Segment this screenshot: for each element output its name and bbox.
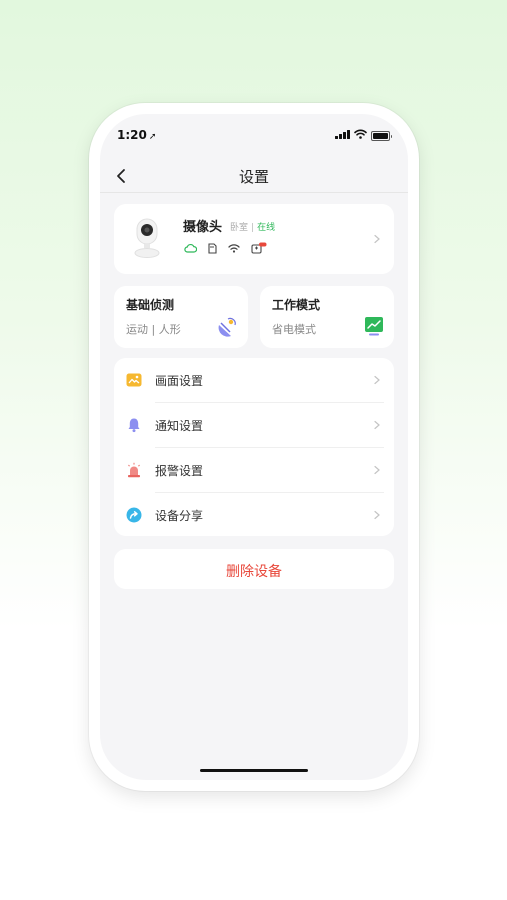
phone-frame: 1:20 ➚ 设置 摄像头 卧室 | 在线 基础侦测 运动 | 人形 工作模式 … xyxy=(89,103,419,791)
device-status-icons xyxy=(184,242,267,254)
nav-bar: 设置 xyxy=(100,164,408,193)
chevron-right-icon xyxy=(374,465,380,475)
status-bar: 1:20 ➚ xyxy=(100,128,408,144)
menu-item-picture-settings[interactable]: 画面设置 xyxy=(114,358,394,402)
alarm-icon xyxy=(127,462,141,478)
chevron-right-icon xyxy=(374,375,380,385)
device-card[interactable]: 摄像头 卧室 | 在线 xyxy=(114,204,394,274)
share-icon xyxy=(126,507,142,523)
device-meta-separator: | xyxy=(251,223,255,233)
delete-device-button[interactable]: 删除设备 xyxy=(114,549,394,589)
device-meta: 卧室 | 在线 xyxy=(230,220,275,233)
chevron-right-icon xyxy=(374,510,380,520)
menu-item-label: 设备分享 xyxy=(155,509,204,523)
basic-detection-title: 基础侦测 xyxy=(126,298,175,312)
chevron-right-icon xyxy=(374,420,380,430)
wifi-icon xyxy=(228,244,240,253)
basic-detection-card[interactable]: 基础侦测 运动 | 人形 xyxy=(114,286,248,348)
device-chevron-icon xyxy=(374,234,380,244)
bell-icon xyxy=(128,418,140,433)
basic-detection-subtitle: 运动 | 人形 xyxy=(126,323,181,336)
battery-icon xyxy=(371,131,392,141)
status-time: 1:20 ➚ xyxy=(117,128,157,142)
home-indicator[interactable] xyxy=(200,769,308,772)
location-icon: ➚ xyxy=(148,132,157,142)
work-mode-card[interactable]: 工作模式 省电模式 xyxy=(260,286,394,348)
radar-detection-icon xyxy=(218,317,236,337)
settings-menu: 画面设置 通知设置 报警设置 设备分享 xyxy=(114,358,394,536)
device-name: 摄像头 xyxy=(183,220,223,235)
menu-item-device-share[interactable]: 设备分享 xyxy=(114,493,394,537)
device-room: 卧室 xyxy=(230,223,249,233)
sd-card-icon xyxy=(208,242,217,254)
menu-item-notification-settings[interactable]: 通知设置 xyxy=(114,403,394,447)
wifi-status-icon xyxy=(354,129,367,139)
page-title: 设置 xyxy=(238,168,269,186)
image-icon xyxy=(126,373,142,387)
menu-item-alarm-settings[interactable]: 报警设置 xyxy=(114,448,394,492)
menu-item-label: 报警设置 xyxy=(155,464,204,478)
power-saving-chart-icon xyxy=(365,317,383,336)
menu-item-label: 通知设置 xyxy=(155,419,204,433)
device-status-badge: 在线 xyxy=(257,223,276,233)
delete-device-label: 删除设备 xyxy=(226,564,282,580)
camera-device-image xyxy=(134,218,160,258)
cloud-icon xyxy=(184,243,197,253)
battery-badge-icon xyxy=(251,242,267,254)
menu-item-label: 画面设置 xyxy=(155,374,204,388)
work-mode-title: 工作模式 xyxy=(272,298,321,312)
signal-icon xyxy=(335,130,350,139)
phone-screen: 1:20 ➚ 设置 摄像头 卧室 | 在线 基础侦测 运动 | 人形 工作模式 … xyxy=(100,114,408,780)
work-mode-subtitle: 省电模式 xyxy=(272,323,316,336)
